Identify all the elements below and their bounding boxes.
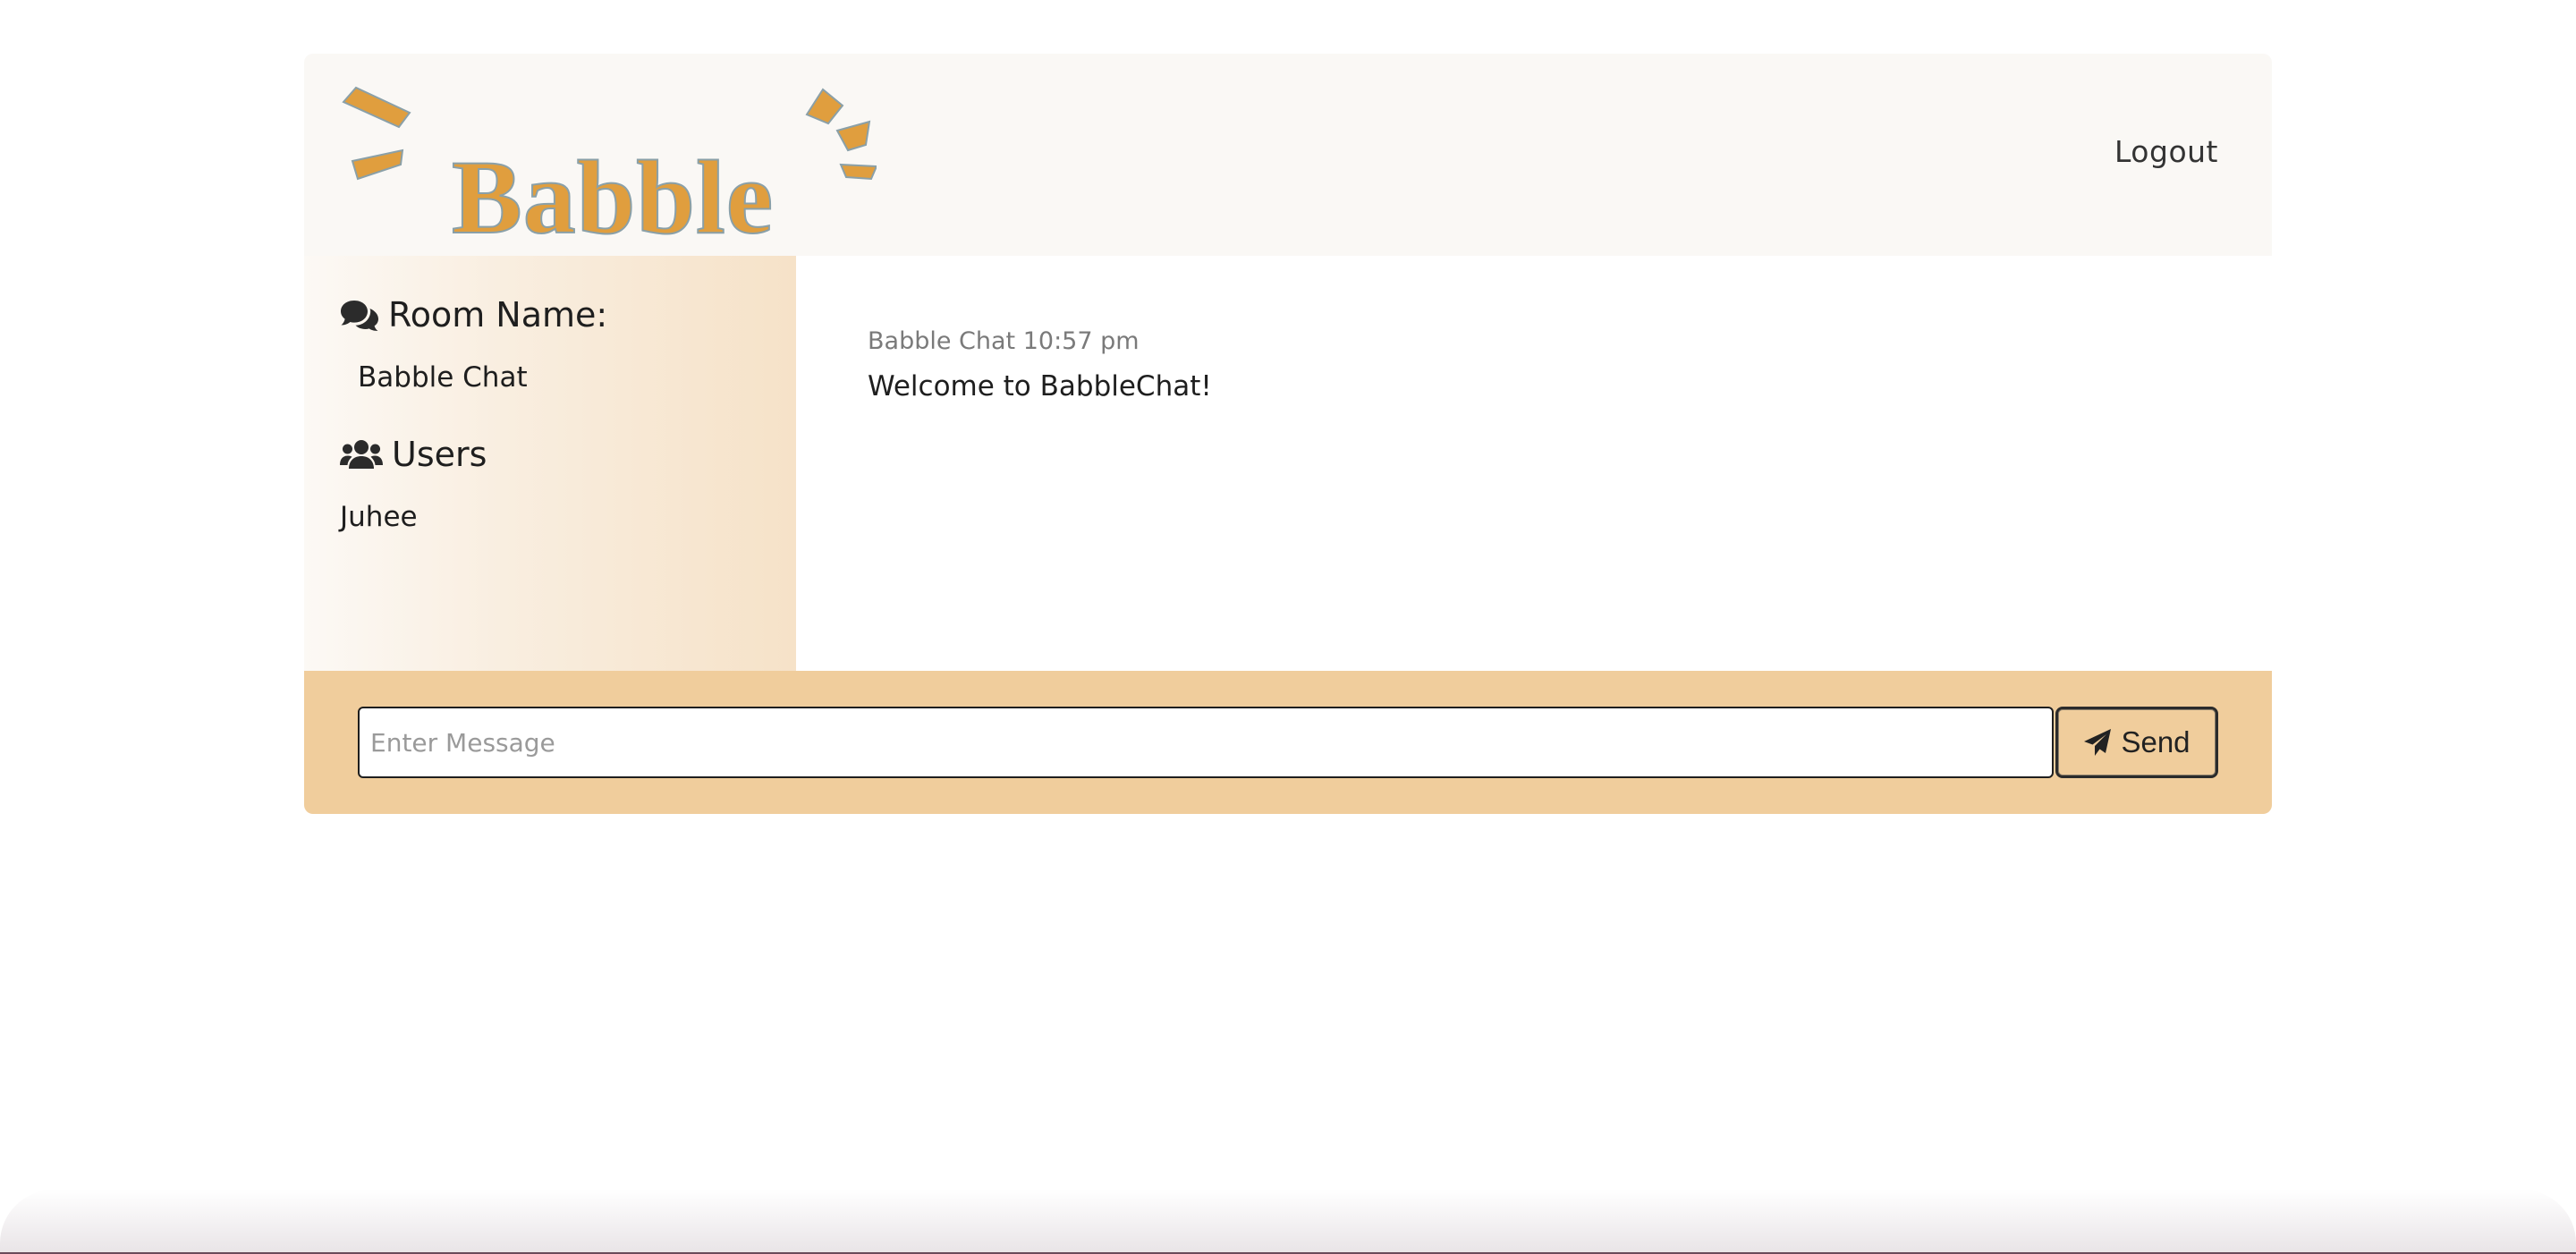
send-button[interactable]: Send [2055, 707, 2218, 778]
users-label: Users [392, 435, 487, 474]
send-label: Send [2121, 725, 2190, 758]
user-list-item: Juhee [340, 501, 418, 533]
message-composer: Send [304, 671, 2272, 814]
room-name-heading: Room Name: [340, 292, 796, 338]
chat-message: Babble Chat 10:57 pm Welcome to BabbleCh… [868, 327, 2272, 402]
message-input[interactable] [358, 707, 2054, 778]
window-bottom-shadow [0, 1190, 2576, 1254]
header: Babble Logout [304, 54, 2272, 256]
paper-plane-icon [2084, 729, 2112, 756]
logout-link[interactable]: Logout [2114, 134, 2218, 169]
sidebar: Room Name: Babble Chat Users Juhee [304, 256, 796, 671]
chat-messages: Babble Chat 10:57 pm Welcome to BabbleCh… [796, 256, 2272, 671]
babble-logo[interactable]: Babble [340, 86, 877, 256]
logo-text: Babble [451, 139, 775, 256]
main-area: Room Name: Babble Chat Users Juhee Babbl… [304, 256, 2272, 671]
message-meta: Babble Chat 10:57 pm [868, 327, 1140, 355]
user-list: Juhee [340, 501, 796, 537]
chat-app: Babble Logout Room Name: Babble Chat Use… [304, 54, 2272, 814]
message-text: Welcome to BabbleChat! [868, 370, 1212, 402]
comments-icon [341, 301, 378, 331]
users-heading: Users [340, 431, 796, 478]
room-name-label: Room Name: [388, 295, 608, 335]
users-icon [340, 440, 383, 469]
room-name-value: Babble Chat [358, 361, 528, 394]
